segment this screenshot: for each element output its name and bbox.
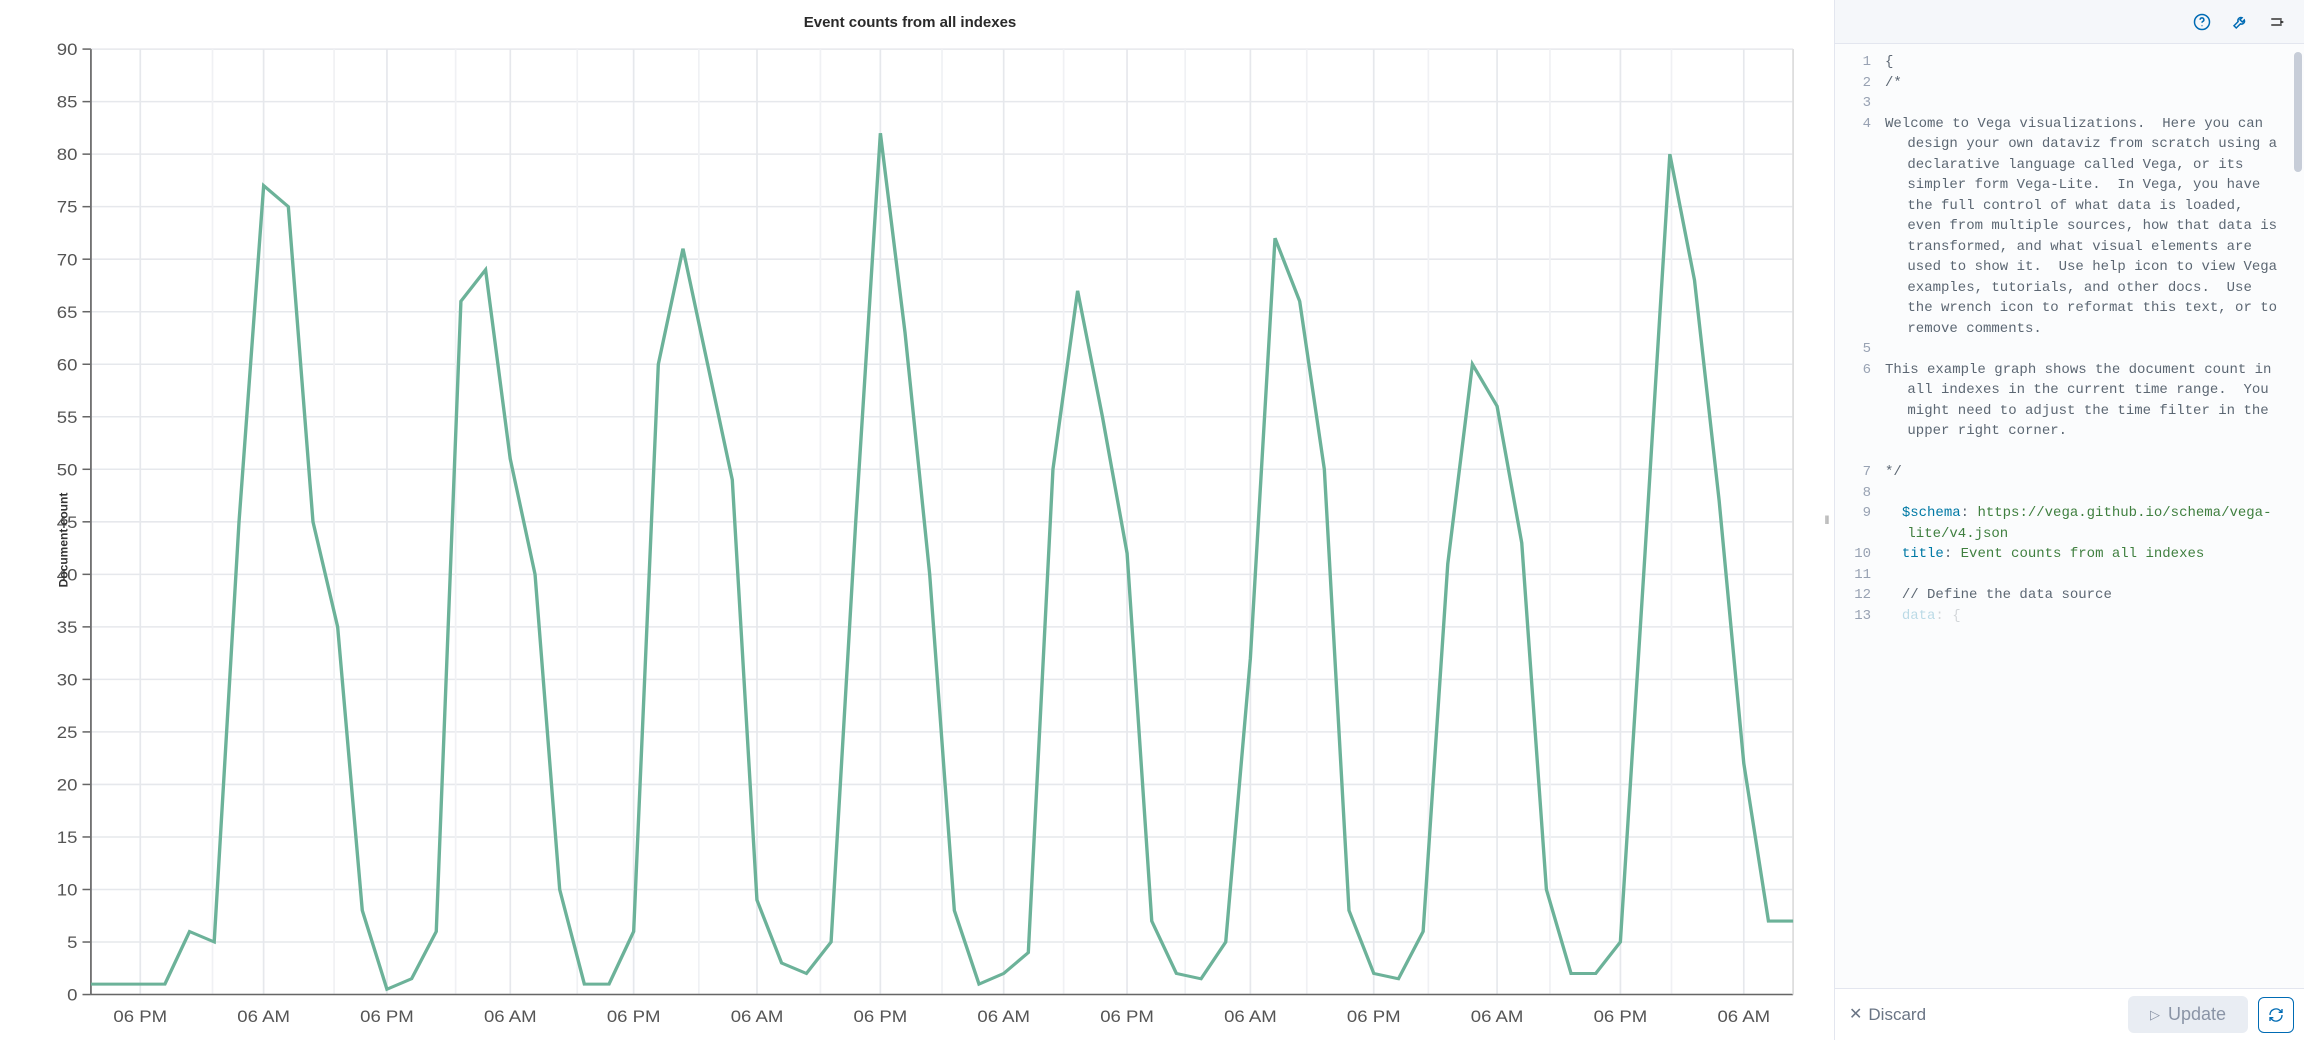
- code-editor[interactable]: 12345678910111213 {/* Welcome to Vega vi…: [1835, 44, 2304, 988]
- svg-text:06 PM: 06 PM: [854, 1007, 908, 1026]
- svg-text:0: 0: [67, 985, 78, 1004]
- help-icon[interactable]: [2190, 10, 2214, 34]
- svg-text:75: 75: [57, 198, 78, 217]
- editor-toolbar: [1835, 0, 2304, 44]
- expand-panel-icon[interactable]: [2266, 10, 2290, 34]
- close-icon: ✕: [1849, 1007, 1862, 1023]
- chart-plot-area[interactable]: Document count 0510152025303540455055606…: [20, 40, 1810, 1040]
- svg-text:5: 5: [67, 933, 78, 952]
- svg-text:06 PM: 06 PM: [360, 1007, 414, 1026]
- svg-text:20: 20: [57, 775, 78, 794]
- svg-text:06 AM: 06 AM: [1471, 1007, 1524, 1026]
- svg-text:10: 10: [57, 880, 78, 899]
- chart-title: Event counts from all indexes: [0, 0, 1820, 31]
- wrench-icon[interactable]: [2228, 10, 2252, 34]
- y-axis-label: Document count: [56, 493, 70, 588]
- svg-text:25: 25: [57, 723, 78, 742]
- svg-text:06 PM: 06 PM: [1347, 1007, 1401, 1026]
- editor-pane: 12345678910111213 {/* Welcome to Vega vi…: [1834, 0, 2304, 1040]
- svg-text:35: 35: [57, 618, 78, 637]
- svg-text:90: 90: [57, 40, 78, 59]
- editor-footer: ✕ Discard ▷ Update: [1835, 988, 2304, 1040]
- svg-text:06 AM: 06 AM: [731, 1007, 784, 1026]
- svg-text:06 PM: 06 PM: [607, 1007, 661, 1026]
- chart-pane: Event counts from all indexes Document c…: [0, 0, 1820, 1040]
- editor-scrollbar-thumb[interactable]: [2294, 52, 2302, 172]
- svg-text:06 PM: 06 PM: [113, 1007, 167, 1026]
- update-button[interactable]: ▷ Update: [2128, 996, 2248, 1033]
- svg-text:50: 50: [57, 460, 78, 479]
- refresh-button[interactable]: [2258, 997, 2294, 1033]
- discard-button[interactable]: ✕ Discard: [1849, 1005, 1926, 1025]
- svg-text:06 AM: 06 AM: [977, 1007, 1030, 1026]
- discard-label: Discard: [1868, 1005, 1926, 1025]
- svg-text:80: 80: [57, 145, 78, 164]
- svg-text:06 PM: 06 PM: [1594, 1007, 1648, 1026]
- svg-text:15: 15: [57, 828, 78, 847]
- svg-text:06 AM: 06 AM: [1224, 1007, 1277, 1026]
- update-label: Update: [2168, 1004, 2226, 1025]
- svg-text:06 AM: 06 AM: [1717, 1007, 1770, 1026]
- svg-text:65: 65: [57, 303, 78, 322]
- pane-resize-handle[interactable]: ‖: [1820, 0, 1834, 1040]
- svg-text:85: 85: [57, 93, 78, 112]
- svg-text:30: 30: [57, 670, 78, 689]
- svg-text:06 PM: 06 PM: [1100, 1007, 1154, 1026]
- svg-text:55: 55: [57, 408, 78, 427]
- svg-text:06 AM: 06 AM: [237, 1007, 290, 1026]
- svg-text:06 AM: 06 AM: [484, 1007, 537, 1026]
- play-icon: ▷: [2150, 1007, 2160, 1023]
- svg-text:70: 70: [57, 250, 78, 269]
- svg-text:60: 60: [57, 355, 78, 374]
